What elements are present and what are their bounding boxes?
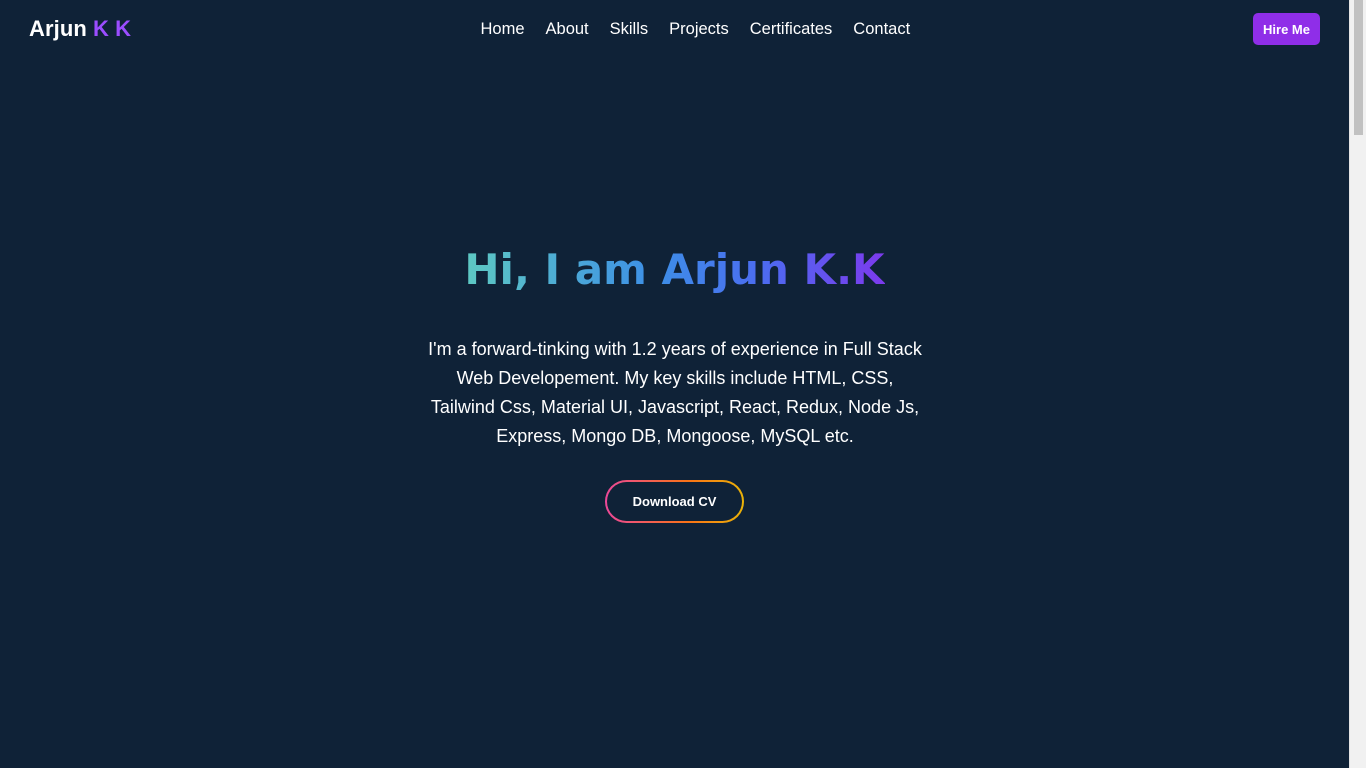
nav-links: Home About Skills Projects Certificates … [470, 18, 921, 40]
navbar: Arjun K K Home About Skills Projects Cert… [0, 0, 1349, 60]
portfolio-page: Arjun K K Home About Skills Projects Cert… [0, 0, 1349, 768]
browser-viewport: Arjun K K Home About Skills Projects Cert… [0, 0, 1366, 768]
vertical-scrollbar[interactable] [1349, 0, 1366, 768]
nav-link-skills[interactable]: Skills [599, 18, 659, 40]
scrollbar-thumb[interactable] [1354, 0, 1363, 135]
hero-title-text: Hi, I am Arjun K.K [464, 245, 885, 294]
hire-me-button[interactable]: Hire Me [1253, 13, 1320, 45]
logo-name: Arjun [29, 16, 87, 41]
hero-title: Hi, I am Arjun K.K [0, 244, 1349, 296]
nav-link-projects[interactable]: Projects [659, 18, 740, 40]
logo-accent: K K [92, 16, 132, 41]
nav-link-home[interactable]: Home [470, 18, 535, 40]
hero-description: I'm a forward-tinking with 1.2 years of … [428, 339, 922, 446]
nav-link-about[interactable]: About [535, 18, 599, 40]
site-logo[interactable]: Arjun K K [29, 16, 131, 42]
nav-link-contact[interactable]: Contact [843, 18, 921, 40]
download-cv-label: Download CV [607, 482, 742, 521]
nav-link-certificates[interactable]: Certificates [739, 18, 843, 40]
download-cv-button[interactable]: Download CV [605, 480, 744, 523]
